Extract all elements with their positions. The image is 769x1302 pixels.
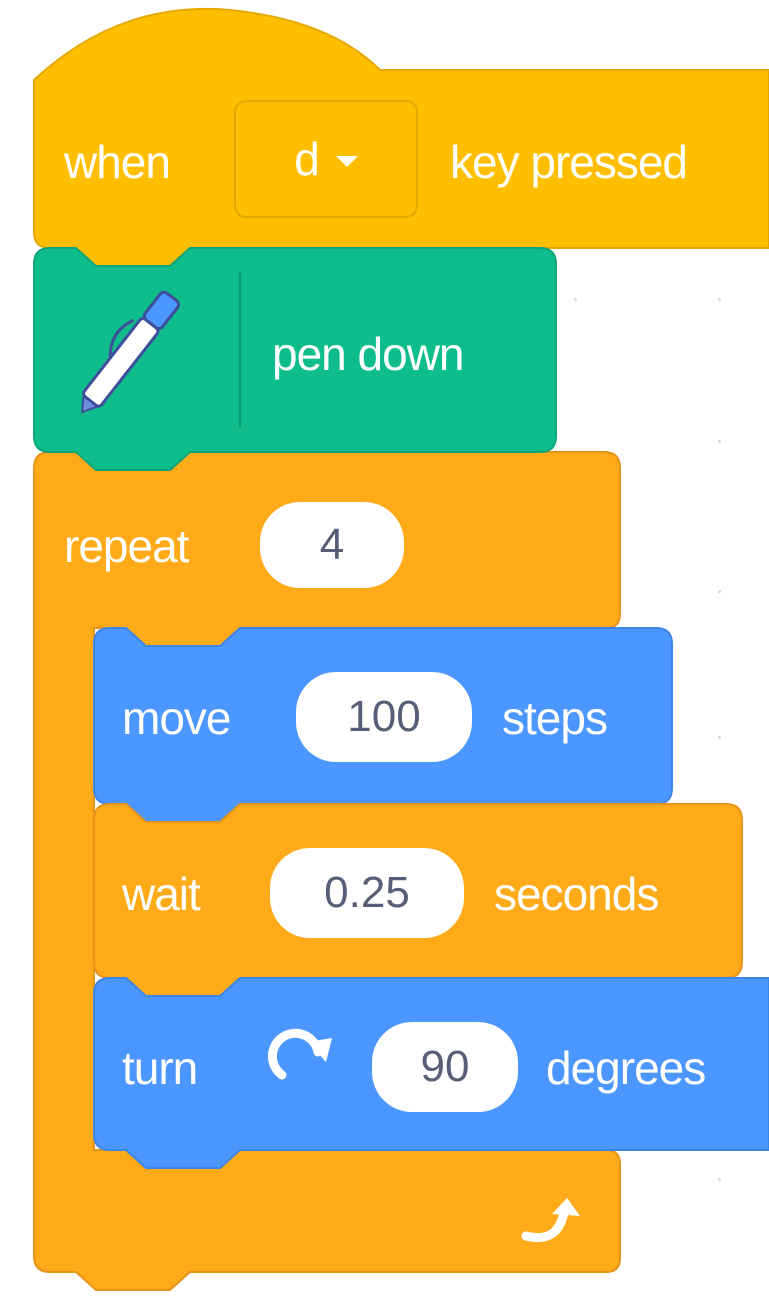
steps-label: steps (502, 692, 608, 744)
key-dropdown-value: d (294, 133, 320, 185)
grid-dot (718, 736, 721, 739)
grid-dot (718, 440, 721, 443)
turn-label: turn (122, 1042, 198, 1094)
grid-dot (574, 298, 577, 301)
grid-dot (718, 590, 721, 593)
grid-dot (718, 298, 721, 301)
repeat-count-input[interactable]: 4 (260, 502, 404, 588)
grid-dot (718, 1178, 721, 1181)
when-label: when (64, 136, 171, 188)
key-dropdown[interactable]: d (234, 100, 418, 218)
key-pressed-label: key pressed (450, 136, 688, 188)
move-steps-input[interactable]: 100 (296, 672, 472, 762)
wait-seconds-input[interactable]: 0.25 (270, 848, 464, 938)
scratch-script: when d key pressed pen down repeat 4 mov… (0, 0, 769, 1302)
move-label: move (122, 692, 231, 744)
wait-label: wait (122, 868, 201, 920)
turn-degrees-input[interactable]: 90 (372, 1022, 518, 1112)
chevron-down-icon (335, 155, 358, 167)
pen-down-label: pen down (272, 328, 464, 380)
repeat-label: repeat (64, 520, 189, 572)
seconds-label: seconds (494, 868, 659, 920)
degrees-label: degrees (546, 1042, 706, 1094)
